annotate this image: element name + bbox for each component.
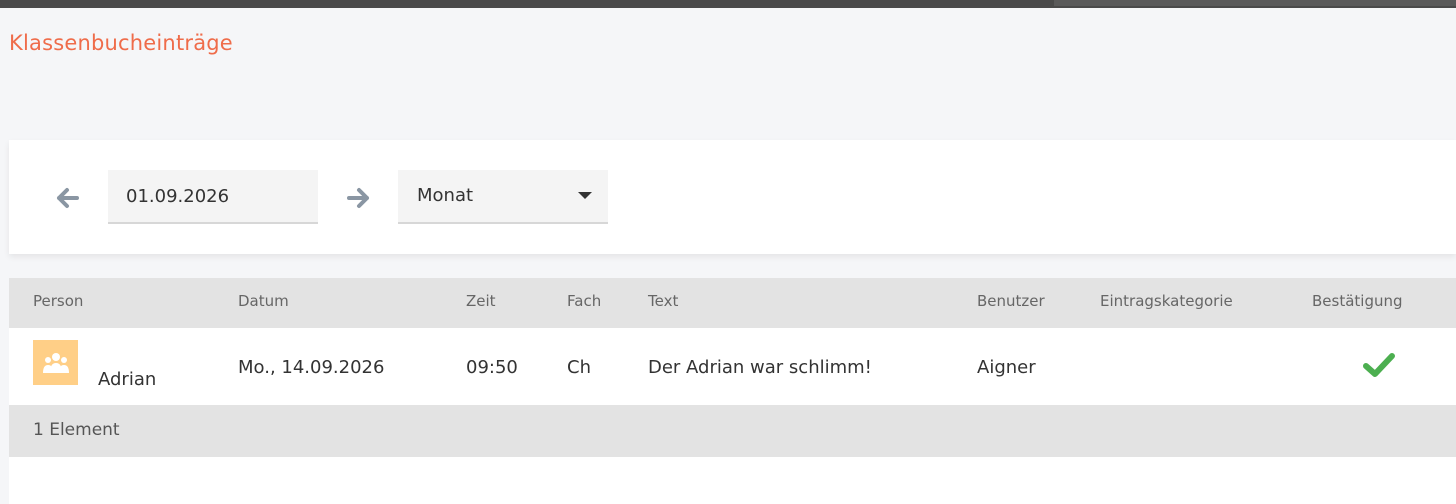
column-header-eintragskategorie[interactable]: Eintragskategorie — [1100, 292, 1233, 310]
table-bottom-area — [9, 457, 1456, 504]
column-header-bestaetigung[interactable]: Bestätigung — [1312, 292, 1403, 310]
cell-fach: Ch — [567, 357, 591, 378]
column-header-person[interactable]: Person — [33, 292, 83, 310]
arrow-right-icon[interactable] — [346, 186, 370, 210]
cell-text: Der Adrian war schlimm! — [648, 357, 872, 378]
arrow-left-icon[interactable] — [56, 186, 80, 210]
date-input[interactable] — [108, 170, 318, 224]
page-title: Klassenbucheinträge — [9, 31, 233, 55]
cell-benutzer: Aigner — [977, 357, 1036, 378]
top-bar — [0, 0, 1456, 8]
table-row[interactable]: Adrian Mo., 14.09.2026 09:50 Ch Der Adri… — [9, 328, 1456, 405]
period-select-value: Monat — [417, 185, 474, 206]
check-icon — [1363, 352, 1395, 382]
table-header: Person Datum Zeit Fach Text Benutzer Ein… — [9, 278, 1456, 328]
column-header-zeit[interactable]: Zeit — [466, 292, 496, 310]
column-header-fach[interactable]: Fach — [567, 292, 601, 310]
column-header-datum[interactable]: Datum — [238, 292, 289, 310]
column-header-benutzer[interactable]: Benutzer — [977, 292, 1045, 310]
column-header-text[interactable]: Text — [648, 292, 678, 310]
group-icon — [33, 340, 78, 385]
entries-table: Person Datum Zeit Fach Text Benutzer Ein… — [9, 278, 1456, 504]
cell-datum: Mo., 14.09.2026 — [238, 357, 385, 378]
chevron-down-icon — [578, 192, 592, 199]
top-bar-segment — [1054, 0, 1456, 6]
item-count: 1 Element — [33, 420, 120, 440]
table-footer: 1 Element — [9, 405, 1456, 457]
cell-zeit: 09:50 — [466, 357, 518, 378]
period-select[interactable]: Monat — [398, 170, 608, 224]
person-name: Adrian — [98, 369, 157, 390]
